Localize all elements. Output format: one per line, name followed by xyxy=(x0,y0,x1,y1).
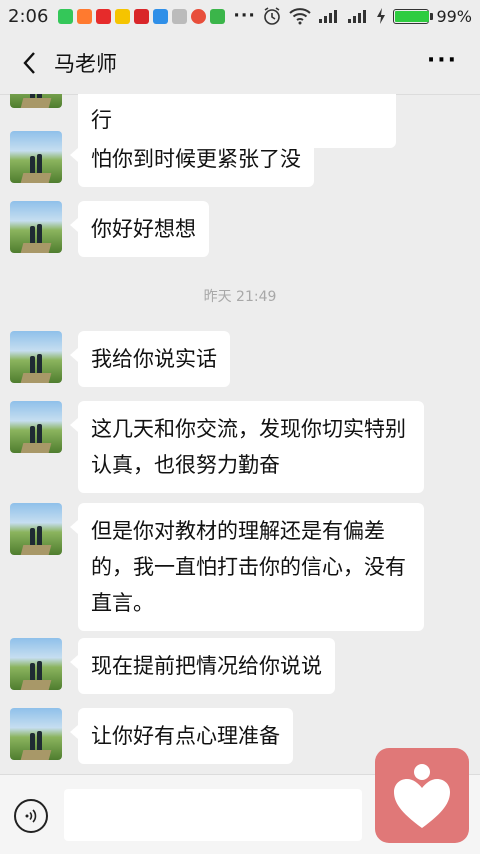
message-row: 让你好有点心理准备 xyxy=(10,708,293,764)
signal-icon xyxy=(319,10,338,23)
avatar[interactable] xyxy=(10,708,62,760)
battery-level xyxy=(395,10,430,22)
chat-title: 马老师 xyxy=(54,52,117,76)
battery-percent: 99% xyxy=(436,6,472,26)
message-row: 现在提前把情况给你说说 xyxy=(10,638,335,694)
message-bubble[interactable]: 这几天和你交流，发现你切实特别认真，也很努力勤奋 xyxy=(70,401,424,493)
message-timestamp: 昨天 21:49 xyxy=(203,289,277,305)
more-dots-icon: ··· xyxy=(426,48,458,73)
avatar[interactable] xyxy=(10,94,62,108)
heart-person-icon xyxy=(394,763,450,828)
signal-icon xyxy=(348,10,367,23)
chat-area[interactable]: …方天返行…乙已介女…些应行 怕你到时候更紧张了没 你好好想想 昨天 21:49… xyxy=(0,94,480,774)
avatar[interactable] xyxy=(10,331,62,383)
avatar[interactable] xyxy=(10,131,62,183)
message-row: 怕你到时候更紧张了没 xyxy=(10,131,314,187)
message-bubble[interactable]: 现在提前把情况给你说说 xyxy=(70,638,335,694)
app-notification-icon xyxy=(96,8,112,24)
avatar[interactable] xyxy=(10,503,62,555)
alarm-icon xyxy=(264,7,281,25)
message-row: 这几天和你交流，发现你切实特别认真，也很努力勤奋 xyxy=(10,401,424,493)
avatar[interactable] xyxy=(10,638,62,690)
app-notification-icon xyxy=(153,8,169,24)
app-notification-icon xyxy=(134,8,150,24)
back-button[interactable] xyxy=(14,48,44,78)
avatar[interactable] xyxy=(10,201,62,253)
message-bubble[interactable]: 但是你对教材的理解还是有偏差的，我一直怕打击你的信心，没有直言。 xyxy=(70,503,424,631)
more-notifications-icon: ··· xyxy=(233,6,256,26)
avatar[interactable] xyxy=(10,401,62,453)
app-notification-icon xyxy=(115,8,131,24)
voice-button[interactable] xyxy=(14,799,48,833)
floating-button[interactable] xyxy=(375,748,469,843)
message-bubble[interactable]: 让你好有点心理准备 xyxy=(70,708,293,764)
app-notification-icon xyxy=(210,8,226,24)
message-input[interactable] xyxy=(64,789,362,841)
app-notification-icon xyxy=(191,8,207,24)
title-bar: 马老师 ··· xyxy=(0,32,480,95)
message-row: 你好好想想 xyxy=(10,201,209,257)
wifi-icon xyxy=(289,8,312,25)
battery-icon xyxy=(393,8,434,24)
message-bubble[interactable]: 我给你说实话 xyxy=(70,331,230,387)
status-bar: 2:06 ··· 99% xyxy=(0,0,480,32)
more-button[interactable]: ··· xyxy=(427,48,458,73)
charging-icon xyxy=(377,8,386,24)
app-notification-icon xyxy=(77,8,93,24)
message-bubble[interactable]: 怕你到时候更紧张了没 xyxy=(70,131,314,187)
app-notification-icon xyxy=(172,8,188,24)
chevron-left-icon xyxy=(23,52,35,74)
notification-icons: ··· xyxy=(58,6,255,26)
message-row: 但是你对教材的理解还是有偏差的，我一直怕打击你的信心，没有直言。 xyxy=(10,503,424,631)
status-time: 2:06 xyxy=(8,5,49,27)
voice-icon xyxy=(25,809,37,823)
message-row: 我给你说实话 xyxy=(10,331,230,387)
message-bubble[interactable]: 你好好想想 xyxy=(70,201,209,257)
app-notification-icon xyxy=(58,8,74,24)
